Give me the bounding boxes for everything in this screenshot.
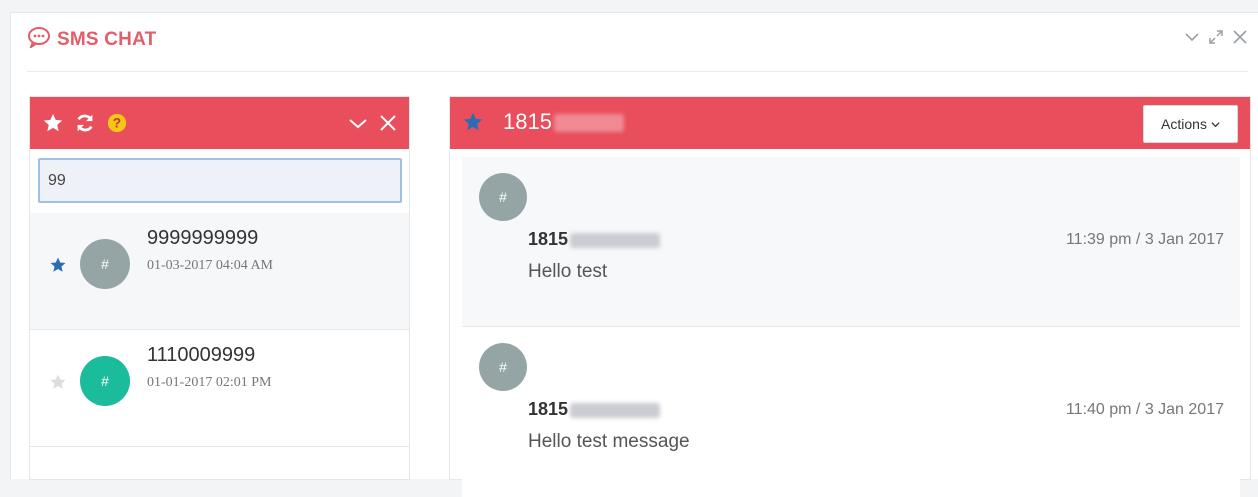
chat-bubble-icon — [27, 26, 51, 54]
avatar: # — [80, 239, 130, 289]
message-text: Hello test — [528, 261, 608, 282]
actions-button[interactable]: Actions — [1143, 105, 1238, 143]
conversation-panel: 1815 Actions # 1815 11:39 pm / 3 Jan 201… — [449, 96, 1251, 497]
message-time: 11:40 pm / 3 Jan 2017 — [1065, 401, 1224, 418]
message-sender-text: 1815 — [528, 229, 569, 249]
star-icon[interactable] — [462, 111, 484, 133]
avatar: # — [479, 173, 527, 221]
redacted-digits — [570, 232, 661, 248]
svg-text:?: ? — [113, 116, 121, 131]
star-icon[interactable] — [49, 373, 67, 391]
close-icon[interactable] — [1232, 29, 1248, 45]
help-icon[interactable]: ? — [106, 112, 128, 134]
conversation-number-text: 1815 — [503, 109, 552, 134]
expand-icon[interactable] — [1208, 29, 1224, 45]
contacts-panel-controls — [347, 112, 399, 134]
message-time: 11:39 pm / 3 Jan 2017 — [1065, 231, 1224, 248]
contact-item[interactable]: # 1110009999 01-01-2017 02:01 PM — [30, 330, 409, 447]
star-icon[interactable] — [42, 112, 64, 134]
search-input[interactable] — [38, 158, 402, 203]
contact-number: 1110009999 — [147, 344, 256, 366]
message-sender-text: 1815 — [528, 399, 569, 419]
avatar: # — [80, 356, 130, 406]
avatar: # — [479, 343, 527, 391]
message-text: Hello test message — [528, 431, 690, 452]
window-controls — [1184, 29, 1248, 45]
contact-date: 01-03-2017 04:04 AM — [147, 258, 273, 273]
title-divider — [27, 71, 1248, 72]
search-container — [30, 149, 409, 213]
chevron-down-icon[interactable] — [1184, 29, 1200, 45]
contact-date: 01-01-2017 02:01 PM — [147, 375, 272, 390]
conversation-header: 1815 Actions — [450, 97, 1250, 149]
actions-label: Actions — [1161, 116, 1207, 132]
sms-chat-window: SMS CHAT ? 99 # 9999999999 01-03-2017 04… — [10, 12, 1258, 497]
message-item: # 1815 11:40 pm / 3 Jan 2017 Hello test … — [462, 327, 1240, 497]
app-title: SMS CHAT — [27, 26, 156, 54]
refresh-icon[interactable] — [74, 112, 96, 134]
contact-item[interactable]: # 9999999999 01-03-2017 04:04 AM — [30, 213, 409, 330]
message-item: # 1815 11:39 pm / 3 Jan 2017 Hello test — [462, 157, 1240, 327]
star-icon[interactable] — [49, 256, 67, 274]
window-titlebar: SMS CHAT — [11, 13, 1258, 71]
chevron-down-icon — [1211, 116, 1220, 132]
contacts-toolbar: ? — [42, 112, 128, 134]
contact-number: 9999999999 — [147, 227, 259, 249]
contacts-header: ? — [30, 97, 409, 149]
message-list: # 1815 11:39 pm / 3 Jan 2017 Hello test … — [462, 157, 1240, 497]
redacted-digits — [553, 114, 624, 133]
app-title-text: SMS CHAT — [57, 29, 157, 50]
message-sender: 1815 — [528, 229, 661, 250]
conversation-number: 1815 — [503, 109, 624, 135]
chevron-down-icon[interactable] — [347, 112, 369, 134]
close-icon[interactable] — [377, 112, 399, 134]
redacted-digits — [570, 402, 661, 418]
message-sender: 1815 — [528, 399, 661, 420]
contacts-panel: ? # 9999999999 01-03-2017 04:04 — [29, 96, 410, 480]
